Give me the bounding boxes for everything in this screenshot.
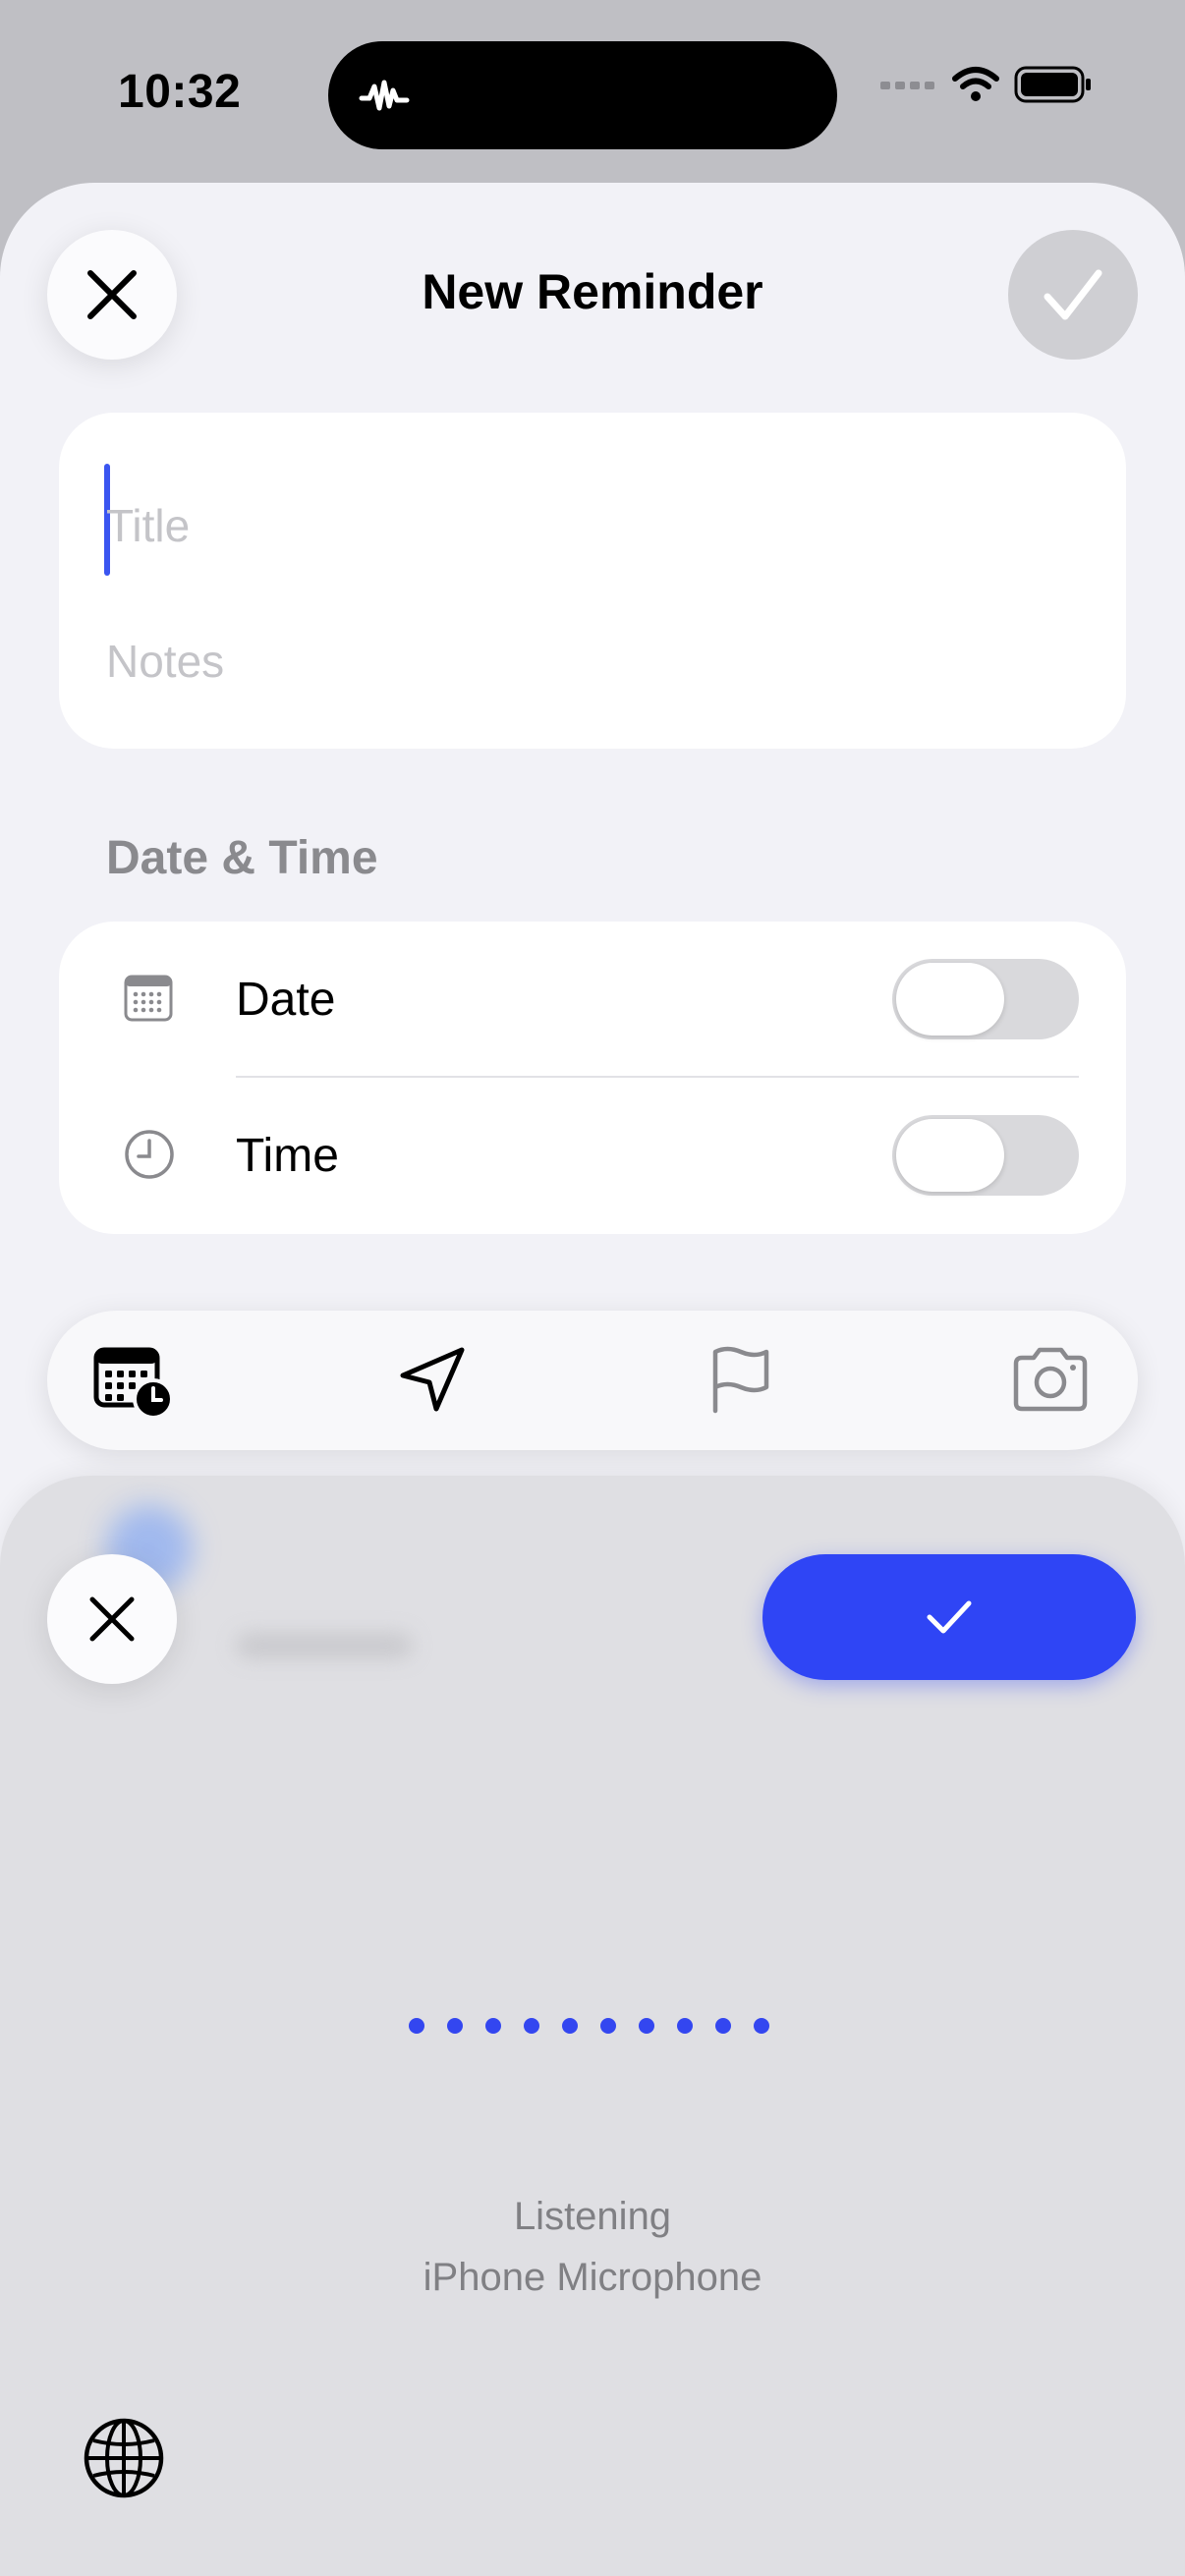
checkmark-icon (927, 1600, 972, 1634)
date-label: Date (236, 974, 336, 1026)
close-icon (89, 1596, 135, 1642)
time-toggle[interactable] (892, 1115, 1079, 1196)
audio-level-indicator (409, 2018, 769, 2034)
language-button[interactable] (83, 2417, 165, 2504)
camera-icon (1013, 1347, 1088, 1412)
microphone-source: iPhone Microphone (423, 2256, 762, 2299)
clock-icon (125, 1130, 174, 1179)
battery-icon (1014, 66, 1091, 103)
location-arrow-icon (400, 1347, 465, 1412)
date-time-card: Date Time (59, 922, 1126, 1234)
calendar-clock-icon (93, 1347, 174, 1420)
done-button[interactable] (1008, 230, 1138, 360)
date-toggle[interactable] (892, 959, 1079, 1039)
cancel-dictation-button[interactable] (47, 1554, 177, 1684)
time-row[interactable]: Time (59, 1078, 1126, 1234)
date-time-tool-button[interactable] (92, 1344, 175, 1424)
toggle-knob (896, 1119, 1004, 1192)
listening-status: Listening (513, 2195, 672, 2238)
camera-tool-button[interactable] (1010, 1344, 1091, 1420)
dynamic-island (328, 41, 837, 149)
confirm-dictation-button[interactable] (762, 1554, 1136, 1680)
wifi-icon (952, 67, 999, 101)
status-indicators (878, 65, 1093, 104)
quick-toolbar (47, 1311, 1138, 1450)
flag-tool-button[interactable] (705, 1344, 776, 1420)
checkmark-icon (1044, 269, 1102, 320)
title-notes-card (59, 413, 1126, 749)
section-header-date-time: Date & Time (106, 832, 378, 884)
time-label: Time (236, 1130, 339, 1182)
title-input[interactable] (106, 499, 1069, 552)
dictation-panel: Listening iPhone Microphone (0, 1476, 1185, 2576)
globe-icon (84, 2418, 164, 2498)
background-blur (236, 1633, 413, 1658)
status-time: 10:32 (118, 66, 242, 118)
cellular-signal-icon (880, 82, 934, 89)
location-tool-button[interactable] (397, 1344, 468, 1420)
notes-input[interactable] (106, 635, 1069, 688)
date-row[interactable]: Date (59, 922, 1126, 1078)
toggle-knob (896, 963, 1004, 1036)
waveform-icon (359, 80, 410, 111)
calendar-icon (124, 975, 173, 1022)
flag-icon (712, 1346, 769, 1414)
